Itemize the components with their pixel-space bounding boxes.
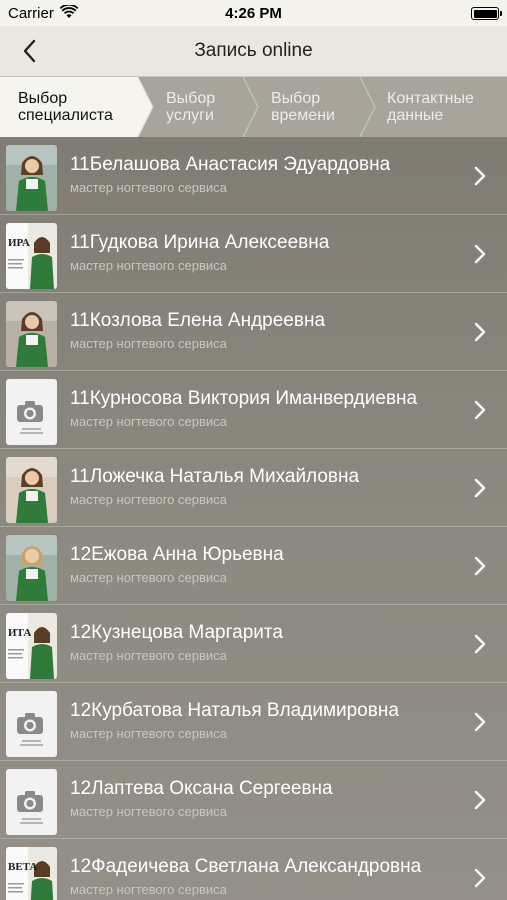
page-title: Запись online bbox=[194, 40, 313, 61]
specialist-role: мастер ногтевого сервиса bbox=[70, 648, 227, 663]
navigation-bar: Запись online bbox=[0, 26, 507, 77]
chevron-right-icon bbox=[474, 868, 486, 888]
chevron-right-icon bbox=[474, 712, 486, 732]
avatar bbox=[6, 379, 57, 445]
avatar bbox=[6, 145, 57, 211]
step-choose-time[interactable]: Выбор времени bbox=[271, 90, 335, 124]
clock: 4:26 PM bbox=[225, 5, 282, 22]
list-item[interactable]: 12Курбатова Наталья Владимировна мастер … bbox=[0, 683, 507, 761]
step-line1: Выбор bbox=[271, 90, 321, 107]
specialist-name: 12Кузнецова Маргарита bbox=[70, 622, 283, 643]
avatar: ИТА bbox=[6, 613, 57, 679]
list-item[interactable]: 11Белашова Анастасия Эдуардовна мастер н… bbox=[0, 137, 507, 215]
specialist-name: 12Лаптева Оксана Сергеевна bbox=[70, 778, 333, 799]
specialist-role: мастер ногтевого сервиса bbox=[70, 882, 227, 897]
chevron-right-icon bbox=[474, 244, 486, 264]
step-line2: данные bbox=[387, 107, 444, 124]
list-item[interactable]: ИРА 11Гудкова Ирина Алексеевна мастер но… bbox=[0, 215, 507, 293]
chevron-right-icon bbox=[474, 322, 486, 342]
status-bar: Carrier 4:26 PM bbox=[0, 0, 507, 26]
chevron-right-icon bbox=[474, 478, 486, 498]
chevron-right-icon bbox=[474, 634, 486, 654]
specialist-role: мастер ногтевого сервиса bbox=[70, 180, 227, 195]
list-item[interactable]: 12Лаптева Оксана Сергеевна мастер ногтев… bbox=[0, 761, 507, 839]
list-item[interactable]: 11Козлова Елена Андреевна мастер ногтево… bbox=[0, 293, 507, 371]
step-line2: специалиста bbox=[18, 107, 113, 124]
step-choose-specialist[interactable]: Выбор специалиста bbox=[18, 90, 113, 124]
specialist-role: мастер ногтевого сервиса bbox=[70, 492, 227, 507]
step-line1: Контактные bbox=[387, 90, 474, 107]
chevron-right-icon bbox=[474, 556, 486, 576]
chevron-right-icon bbox=[474, 166, 486, 186]
list-item[interactable]: ВЕТА 12Фадеичева Светлана Александровна … bbox=[0, 839, 507, 900]
specialist-role: мастер ногтевого сервиса bbox=[70, 570, 227, 585]
specialist-role: мастер ногтевого сервиса bbox=[70, 414, 227, 429]
specialist-role: мастер ногтевого сервиса bbox=[70, 726, 227, 741]
specialist-name: 12Ежова Анна Юрьевна bbox=[70, 544, 284, 565]
specialist-name: 12Фадеичева Светлана Александровна bbox=[70, 856, 422, 877]
step-line2: времени bbox=[271, 107, 335, 124]
step-contact-data[interactable]: Контактные данные bbox=[387, 90, 474, 124]
specialist-role: мастер ногтевого сервиса bbox=[70, 258, 227, 273]
specialist-name: 12Курбатова Наталья Владимировна bbox=[70, 700, 399, 721]
specialist-list: 11Белашова Анастасия Эдуардовна мастер н… bbox=[0, 137, 507, 900]
avatar bbox=[6, 457, 57, 523]
avatar-card-text: ИРА bbox=[8, 237, 30, 249]
list-item[interactable]: 12Ежова Анна Юрьевна мастер ногтевого се… bbox=[0, 527, 507, 605]
step-line2: услуги bbox=[166, 107, 214, 124]
specialist-name: 11Козлова Елена Андреевна bbox=[70, 310, 326, 331]
chevron-right-icon bbox=[474, 790, 486, 810]
list-item[interactable]: 11Курносова Виктория Иманвердиевна масте… bbox=[0, 371, 507, 449]
avatar: ВЕТА bbox=[6, 847, 57, 900]
step-choose-service[interactable]: Выбор услуги bbox=[166, 90, 215, 124]
avatar-card-text: ИТА bbox=[8, 627, 32, 639]
specialist-name: 11Белашова Анастасия Эдуардовна bbox=[70, 154, 391, 175]
step-line1: Выбор bbox=[166, 90, 216, 107]
chevron-right-icon bbox=[474, 400, 486, 420]
booking-steps: Выбор специалиста Выбор услуги Выбор вре… bbox=[0, 77, 507, 137]
avatar bbox=[6, 691, 57, 757]
avatar: ИРА bbox=[6, 223, 57, 289]
list-item[interactable]: 11Ложечка Наталья Михайловна мастер ногт… bbox=[0, 449, 507, 527]
avatar bbox=[6, 535, 57, 601]
avatar-card-text: ВЕТА bbox=[8, 861, 38, 873]
avatar bbox=[6, 769, 57, 835]
specialist-name: 11Ложечка Наталья Михайловна bbox=[70, 466, 360, 487]
avatar bbox=[6, 301, 57, 367]
specialist-name: 11Курносова Виктория Иманвердиевна bbox=[70, 388, 418, 409]
specialist-role: мастер ногтевого сервиса bbox=[70, 336, 227, 351]
specialist-name: 11Гудкова Ирина Алексеевна bbox=[70, 232, 330, 253]
specialist-role: мастер ногтевого сервиса bbox=[70, 804, 227, 819]
step-line1: Выбор bbox=[18, 90, 68, 107]
list-item[interactable]: ИТА 12Кузнецова Маргарита мастер ногтево… bbox=[0, 605, 507, 683]
battery-icon bbox=[471, 7, 502, 20]
